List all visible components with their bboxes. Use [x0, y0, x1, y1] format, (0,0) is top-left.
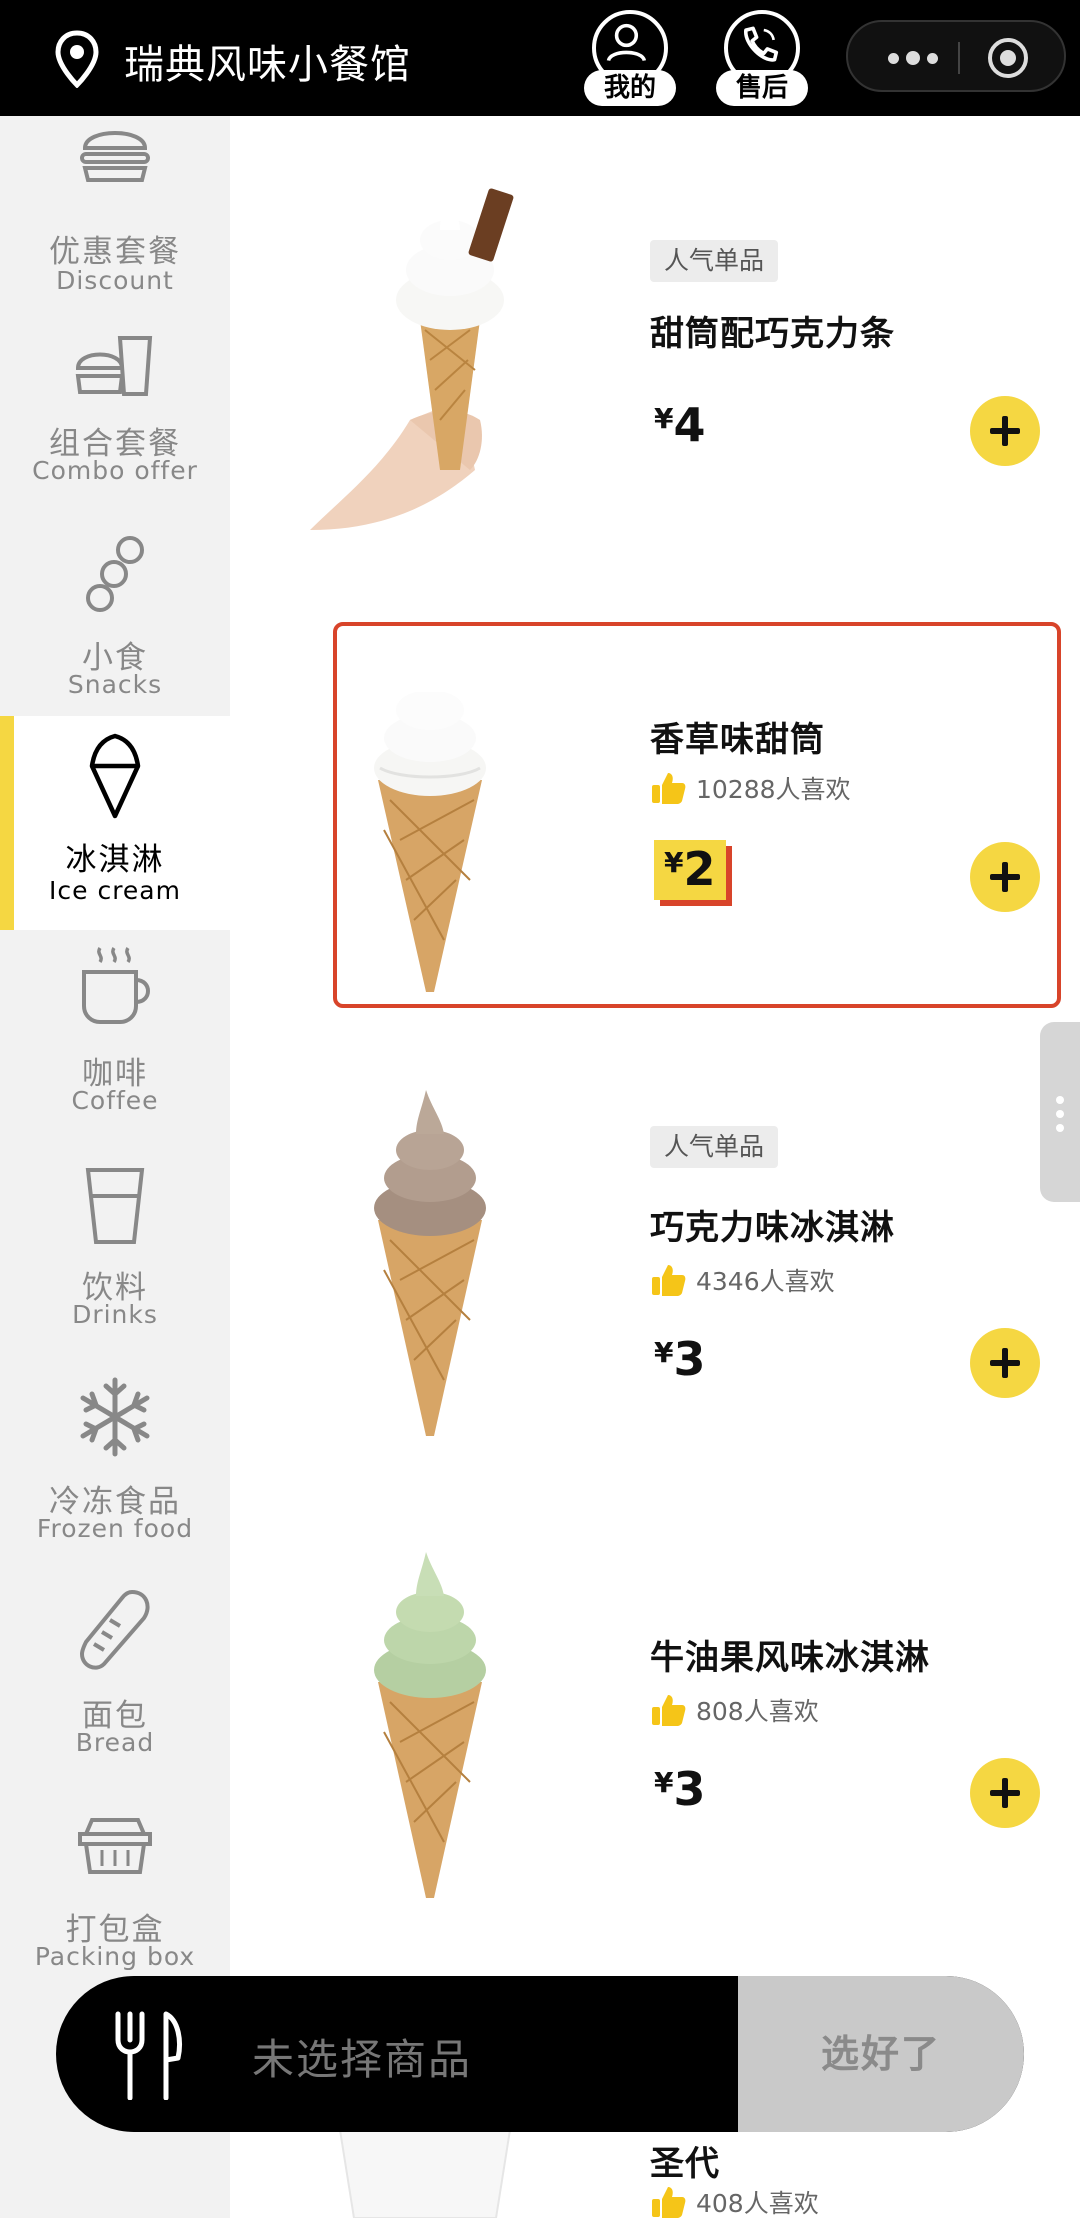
price-value: 4 — [673, 398, 706, 452]
product-price: ¥3 — [654, 1332, 706, 1386]
sidebar-item-sublabel: Discount — [56, 266, 174, 295]
sidebar-item-discount[interactable]: 优惠套餐 Discount — [0, 86, 230, 300]
bread-icon — [79, 1589, 150, 1670]
my-account-button[interactable]: 我的 — [584, 10, 676, 106]
likes-text: 4346人喜欢 — [696, 1267, 835, 1296]
avocado-ice-cream-image — [374, 1552, 486, 1898]
cone-with-chocolate-image — [310, 188, 514, 530]
burger-icon — [80, 131, 150, 182]
sidebar-item-sublabel: Coffee — [71, 1086, 159, 1115]
sidebar-item-sublabel: Snacks — [67, 670, 163, 699]
selection-highlight-box — [333, 622, 1061, 1008]
after-sales-label: 售后 — [716, 70, 808, 106]
product-card[interactable]: 牛油果风味冰淇淋 808人喜欢 ¥3 — [230, 1540, 1080, 1970]
snacks-icon — [86, 536, 144, 612]
mini-program-capsule — [846, 20, 1066, 92]
price-value: 3 — [673, 1332, 706, 1386]
my-account-label: 我的 — [584, 70, 676, 106]
product-price: ¥3 — [654, 1762, 706, 1816]
likes-count: 808人喜欢 — [650, 1692, 819, 1728]
chocolate-ice-cream-image — [374, 1090, 486, 1436]
sidebar-item-sublabel: Combo offer — [32, 456, 198, 485]
sidebar-item-sublabel: Frozen food — [36, 1514, 194, 1543]
after-sales-button[interactable]: 售后 — [716, 10, 808, 106]
target-icon[interactable] — [988, 38, 1028, 78]
product-price: ¥4 — [654, 398, 706, 452]
sidebar-item-label: 冰淇淋 — [65, 842, 165, 878]
sidebar-item-bread[interactable]: 面包 Bread — [0, 1572, 230, 1786]
likes-text: 408人喜欢 — [696, 2189, 819, 2218]
sidebar-item-ice-cream[interactable]: 冰淇淋 Ice cream — [0, 716, 230, 930]
capsule-divider — [958, 42, 960, 74]
sidebar-item-coffee[interactable]: 咖啡 Coffee — [0, 930, 230, 1144]
likes-text: 808人喜欢 — [696, 1697, 819, 1726]
likes-count: 4346人喜欢 — [650, 1262, 835, 1298]
add-to-cart-button[interactable] — [970, 396, 1040, 466]
thumbs-up-icon — [652, 2187, 686, 2218]
sidebar-item-drinks[interactable]: 饮料 Drinks — [0, 1144, 230, 1358]
ice-cream-icon — [89, 733, 141, 819]
product-card[interactable]: 人气单品 巧克力味冰淇淋 4346人喜欢 ¥3 — [230, 1090, 1080, 1520]
popular-tag: 人气单品 — [650, 1126, 779, 1168]
category-sidebar: 优惠套餐 Discount 组合套餐 Combo offer 小食 Snacks — [0, 116, 230, 2218]
sidebar-item-sublabel: Bread — [75, 1728, 155, 1757]
add-to-cart-button[interactable] — [970, 1328, 1040, 1398]
app-root: 瑞典风味小餐馆 我的 售后 优惠套餐 Discount 组合套餐 Combo o… — [0, 0, 1080, 2218]
currency-symbol: ¥ — [654, 1766, 674, 1799]
cart-status-text: 未选择商品 — [252, 2035, 473, 2084]
sidebar-item-sublabel: Packing box — [34, 1942, 196, 1971]
likes-count: 408人喜欢 — [650, 2184, 819, 2218]
sidebar-item-sublabel: Drinks — [72, 1300, 158, 1329]
thumbs-up-icon — [652, 1695, 686, 1726]
popular-tag: 人气单品 — [650, 240, 779, 282]
sidebar-item-frozen-food[interactable]: 冷冻食品 Frozen food — [0, 1358, 230, 1572]
product-name[interactable]: 牛油果风味冰淇淋 — [650, 1630, 930, 1679]
product-card[interactable]: 人气单品 甜筒配巧克力条 ¥4 — [230, 140, 1080, 570]
currency-symbol: ¥ — [654, 1336, 674, 1369]
more-dots-icon[interactable] — [878, 22, 948, 94]
combo-meal-icon — [75, 336, 153, 396]
coffee-cup-icon — [82, 947, 150, 1024]
checkout-button[interactable]: 选好了 — [738, 1976, 1024, 2132]
cart-bar[interactable]: 未选择商品 选好了 — [56, 1976, 1024, 2132]
sidebar-item-packing-box[interactable]: 打包盒 Packing box — [0, 1786, 230, 2000]
snowflake-icon — [80, 1377, 150, 1457]
thumbs-up-icon — [652, 1265, 686, 1296]
sidebar-item-sublabel: Ice cream — [49, 876, 181, 905]
location-pin-icon[interactable] — [54, 30, 100, 88]
sidebar-item-combo-offer[interactable]: 组合套餐 Combo offer — [0, 300, 230, 514]
sidebar-item-snacks[interactable]: 小食 Snacks — [0, 514, 230, 728]
fork-knife-icon — [115, 2011, 182, 2100]
add-to-cart-button[interactable] — [970, 1758, 1040, 1828]
packing-box-icon — [78, 1818, 152, 1874]
store-name[interactable]: 瑞典风味小餐馆 — [124, 32, 411, 90]
price-value: 3 — [673, 1762, 706, 1816]
product-name[interactable]: 甜筒配巧克力条 — [650, 306, 895, 355]
drink-glass-icon — [85, 1168, 145, 1244]
sidebar-item-label: 优惠套餐 — [49, 234, 181, 270]
product-name[interactable]: 圣代 — [650, 2136, 720, 2185]
product-name[interactable]: 巧克力味冰淇淋 — [650, 1200, 895, 1249]
currency-symbol: ¥ — [654, 402, 674, 435]
